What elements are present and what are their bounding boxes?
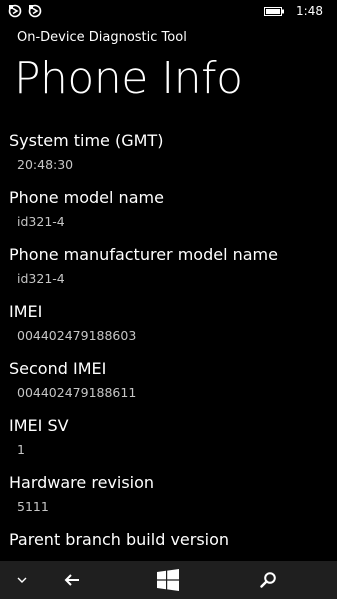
info-value: id321-4 [17, 271, 65, 286]
info-label: Parent branch build version [9, 530, 230, 549]
info-item-phone-model-name: Phone model name id321-4 [9, 188, 329, 245]
notification-icon [8, 4, 22, 18]
info-item-system-time: System time (GMT) 20:48:30 [9, 131, 329, 188]
info-label: Second IMEI [9, 359, 107, 378]
hide-nav-bar-button[interactable] [6, 561, 38, 599]
info-label: IMEI SV [9, 416, 69, 435]
info-item-hardware-revision: Hardware revision 5111 [9, 473, 329, 530]
page-title: Phone Info [14, 53, 243, 104]
info-value: id321-4 [17, 214, 65, 229]
search-icon [260, 572, 276, 588]
info-label: Phone manufacturer model name [9, 245, 278, 264]
info-item-second-imei: Second IMEI 004402479188611 [9, 359, 329, 416]
windows-start-icon [157, 569, 179, 591]
info-value: 004402479188611 [17, 385, 137, 400]
info-list[interactable]: System time (GMT) 20:48:30 Phone model n… [9, 131, 329, 587]
status-bar: 1:48 [0, 0, 337, 24]
info-value: 004402479188603 [17, 328, 137, 343]
navigation-bar [0, 561, 337, 599]
notification-icon [28, 4, 42, 18]
app-title: On-Device Diagnostic Tool [17, 30, 187, 45]
status-notifications [8, 4, 42, 18]
info-value: 5111 [17, 499, 49, 514]
info-label: IMEI [9, 302, 43, 321]
battery-icon [264, 7, 284, 16]
info-item-imei: IMEI 004402479188603 [9, 302, 329, 359]
chevron-down-icon [17, 577, 27, 583]
status-time: 1:48 [296, 4, 323, 18]
back-button[interactable] [54, 561, 90, 599]
info-label: System time (GMT) [9, 131, 164, 150]
info-item-manufacturer-model-name: Phone manufacturer model name id321-4 [9, 245, 329, 302]
start-button[interactable] [150, 561, 186, 599]
info-label: Phone model name [9, 188, 164, 207]
info-item-imei-sv: IMEI SV 1 [9, 416, 329, 473]
back-arrow-icon [64, 574, 79, 586]
search-button[interactable] [250, 561, 286, 599]
info-value: 20:48:30 [17, 157, 74, 172]
info-value: 1 [17, 442, 25, 457]
info-label: Hardware revision [9, 473, 155, 492]
